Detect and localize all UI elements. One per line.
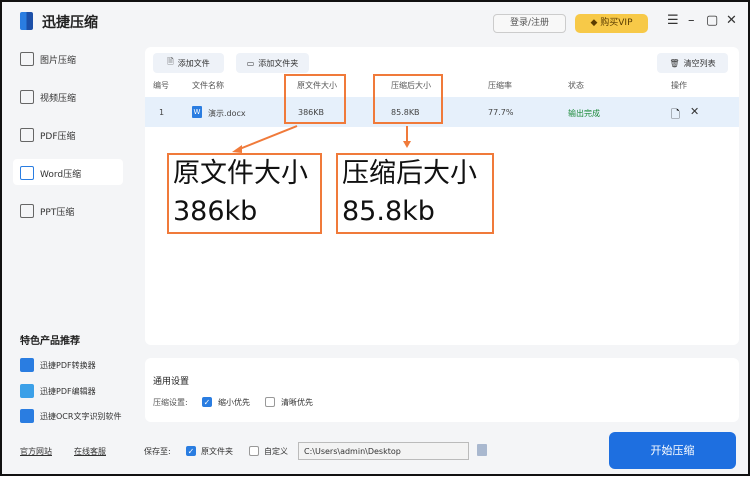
annotation-original: 原文件大小 386kb [167,153,322,234]
annotation-original-value: 386kb [173,196,258,227]
start-compress-button[interactable]: 开始压缩 [609,432,736,469]
settings-panel [145,358,739,422]
save-path-input[interactable]: C:\Users\admin\Desktop [298,442,469,460]
source-folder-checkbox[interactable]: ✓ [186,446,196,456]
annotation-compressed-title: 压缩后大小 [342,158,477,189]
arrow-original [236,125,298,151]
annotation-compressed-value: 85.8kb [342,196,435,227]
save-to-label: 保存至: [144,447,171,456]
custom-folder-checkbox[interactable] [249,446,259,456]
app-window: 迅捷压缩 登录/注册 ◆ 购买VIP ☰ – ▢ ✕ 图片压缩 视频压缩 PDF… [0,0,750,476]
source-folder-label: 原文件夹 [201,447,233,456]
opt-clearer-label: 清晰优先 [281,398,313,407]
opt-smaller-label: 缩小优先 [218,398,250,407]
annotation-compressed: 压缩后大小 85.8kb [336,153,494,234]
annotation-original-title: 原文件大小 [173,158,308,189]
browse-folder-icon[interactable] [477,444,487,456]
opt-smaller-checkbox[interactable]: ✓ [202,397,212,407]
opt-clearer-checkbox[interactable] [265,397,275,407]
arrow-head-original [232,145,242,153]
arrow-head-compressed [403,141,411,148]
custom-folder-label: 自定义 [264,447,288,456]
compress-setting-label: 压缩设置: [153,398,188,407]
settings-title: 通用设置 [153,377,190,387]
